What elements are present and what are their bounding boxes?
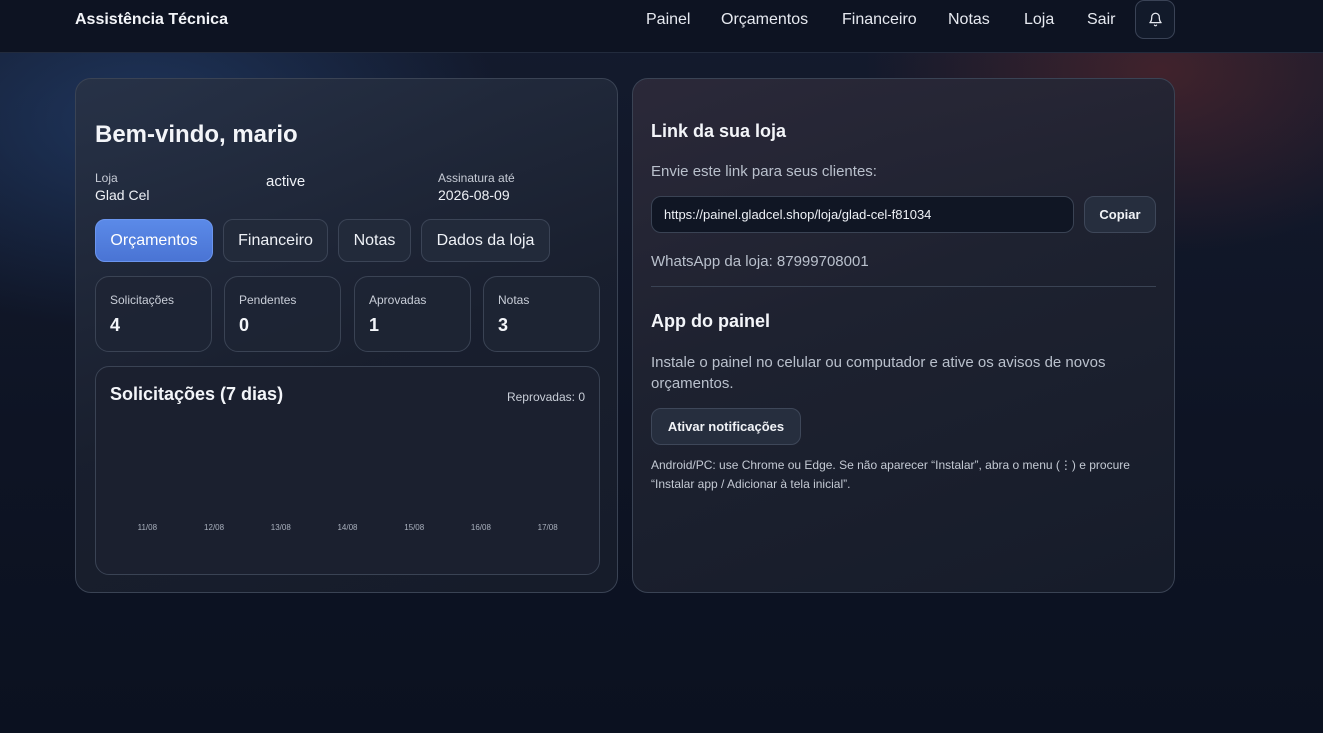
store-whatsapp: WhatsApp da loja: 87999708001	[651, 253, 869, 270]
stat-label: Solicitações	[110, 293, 175, 307]
tab-orcamentos[interactable]: Orçamentos	[95, 219, 213, 262]
store-label: Loja	[95, 171, 118, 185]
nav-link-financeiro[interactable]: Financeiro	[842, 11, 917, 29]
copy-button[interactable]: Copiar	[1084, 196, 1156, 233]
app-panel-description-line1: Instale o painel no celular ou computado…	[651, 354, 1106, 371]
chart-x-tick-label: 13/08	[271, 523, 292, 532]
subscription-date: 2026-08-09	[438, 187, 510, 203]
store-link-field[interactable]: https://painel.gladcel.shop/loja/glad-ce…	[651, 196, 1074, 233]
stat-label: Notas	[498, 293, 530, 307]
store-link-card: Link da sua loja Envie este link para se…	[632, 78, 1175, 593]
chart-x-tick-label: 12/08	[204, 523, 225, 532]
stat-label: Aprovadas	[369, 293, 427, 307]
store-link-heading: Link da sua loja	[651, 121, 787, 141]
nav-link-notas[interactable]: Notas	[948, 11, 990, 29]
chart-x-tick-label: 16/08	[471, 523, 492, 532]
app-panel-description-line2: orçamentos.	[651, 375, 734, 392]
stat-card-notas: Notas 3	[483, 276, 600, 352]
welcome-heading: Bem-vindo, mario	[95, 121, 298, 148]
tab-dados-da-loja[interactable]: Dados da loja	[421, 219, 550, 262]
section-divider	[651, 286, 1156, 287]
brand-title[interactable]: Assistência Técnica	[75, 11, 228, 29]
stat-label: Pendentes	[239, 293, 297, 307]
enable-notifications-button[interactable]: Ativar notificações	[651, 408, 801, 445]
stat-card-pendentes: Pendentes 0	[224, 276, 341, 352]
nav-link-sair[interactable]: Sair	[1087, 11, 1115, 29]
stat-card-solicitacoes: Solicitações 4	[95, 276, 212, 352]
stat-value: 1	[369, 315, 380, 335]
stat-value: 0	[239, 315, 250, 335]
stat-card-aprovadas: Aprovadas 1	[354, 276, 471, 352]
top-navbar: Assistência Técnica Painel Orçamentos Fi…	[0, 0, 1323, 53]
nav-link-loja[interactable]: Loja	[1024, 11, 1054, 29]
install-hint-line2: “Instalar app / Adicionar à tela inicial…	[651, 477, 851, 491]
dashboard-card: Bem-vindo, mario Loja Glad Cel active As…	[75, 78, 618, 593]
chart-x-tick-label: 17/08	[538, 523, 559, 532]
chart-x-tick-label: 11/08	[138, 523, 158, 532]
tab-notas[interactable]: Notas	[338, 219, 411, 262]
store-link-description: Envie este link para seus clientes:	[651, 163, 877, 180]
requests-chart-card: Solicitações (7 dias) Reprovadas: 0 11/0…	[95, 366, 600, 575]
subscription-label: Assinatura até	[438, 171, 515, 185]
stat-value: 4	[110, 315, 121, 335]
app-panel-heading: App do painel	[651, 311, 770, 331]
store-link-url: https://painel.gladcel.shop/loja/glad-ce…	[664, 207, 932, 222]
chart-x-tick-label: 14/08	[337, 523, 358, 532]
bell-icon	[1148, 12, 1162, 27]
nav-link-painel[interactable]: Painel	[646, 11, 690, 29]
nav-link-orcamentos[interactable]: Orçamentos	[721, 11, 808, 29]
chart-x-tick-label: 15/08	[404, 523, 425, 532]
requests-bar-chart: 11/08 12/08 13/08 14/08 15/08 16/08 17/08	[138, 523, 559, 532]
install-hint-line1: Android/PC: use Chrome ou Edge. Se não a…	[651, 458, 1130, 472]
stat-value: 3	[498, 315, 509, 335]
notifications-button[interactable]	[1135, 0, 1175, 39]
store-value: Glad Cel	[95, 187, 150, 203]
tab-financeiro[interactable]: Financeiro	[223, 219, 328, 262]
subscription-status: active	[266, 173, 306, 190]
